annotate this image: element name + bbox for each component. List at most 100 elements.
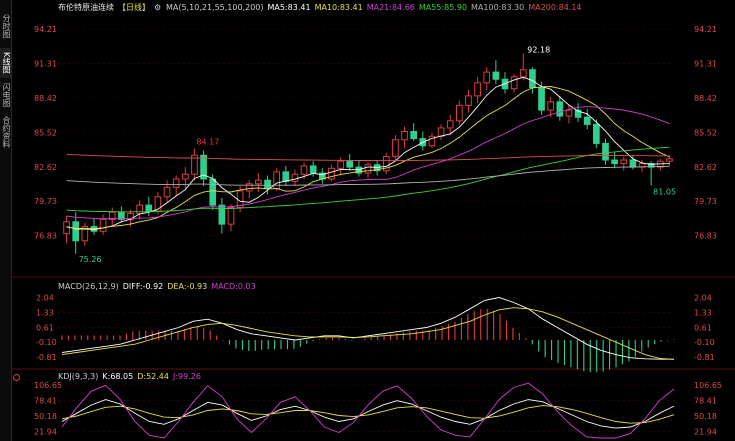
price-axis-left-label: 94.21 — [34, 25, 57, 34]
annotation-high: 92.18 — [527, 45, 550, 54]
kdj-axis-right-label: 50.18 — [694, 412, 717, 421]
kdj-j-line — [61, 382, 675, 439]
kdj-j-value: J:99.26 — [172, 372, 201, 381]
ma-params: MA(5,10,21,55,100,200) — [166, 3, 264, 12]
kdj-d-line — [61, 405, 675, 424]
candle-body — [209, 178, 217, 206]
candle-body — [583, 116, 591, 125]
settings-gear-icon[interactable]: ⚙ — [154, 3, 166, 12]
price-axis-left-label: 88.42 — [34, 94, 57, 103]
candle-body — [529, 69, 536, 89]
candle-body — [593, 123, 600, 144]
candle-body — [337, 160, 344, 169]
candle-body — [163, 186, 171, 198]
price-axis-right-label: 85.52 — [694, 128, 717, 137]
ma55-value: MA55:85.90 — [418, 3, 468, 12]
candle-body — [629, 159, 637, 168]
period-label[interactable]: 【日线】 — [118, 3, 150, 12]
candle-body — [255, 179, 262, 185]
symbol-name: 布伦特原油连续 — [58, 3, 114, 12]
candle-body — [181, 173, 189, 180]
kdj-axis-left-label: 50.18 — [34, 412, 57, 421]
candle-body — [300, 165, 308, 175]
macd-header: MACD(26,12,9) DIFF:-0.92 DEA:-0.93 MACD:0.0… — [58, 282, 260, 291]
candle-body — [264, 179, 271, 190]
candle-body — [483, 71, 491, 84]
candle-body — [291, 173, 299, 182]
kdj-axis-left-label: 78.41 — [34, 396, 57, 405]
macd-axis-left-label: 0.61 — [36, 323, 54, 332]
price-axis-right-label: 82.62 — [694, 163, 717, 172]
ma5-value: MA5:83.41 — [267, 3, 311, 12]
candle-body — [474, 82, 481, 97]
candle-body — [611, 159, 618, 165]
macd-axis-right-label: 1.33 — [694, 308, 712, 317]
macd-axis-left-label: 1.33 — [36, 308, 54, 317]
candle-body — [145, 204, 153, 212]
macd-value: MACD:0.03 — [211, 282, 256, 291]
candle-body — [465, 95, 472, 106]
price-axis-left-label: 91.31 — [34, 60, 57, 69]
macd-axis-right-label: 2.04 — [694, 294, 712, 303]
candle-body — [620, 159, 628, 165]
candle-body — [410, 130, 418, 140]
macd-params: MACD(26,12,9) — [58, 282, 119, 291]
price-axis-left-label: 76.83 — [34, 232, 57, 241]
candle-body — [519, 69, 527, 78]
candle-body — [556, 101, 564, 117]
price-axis-right-label: 88.42 — [694, 94, 717, 103]
candle-body — [666, 158, 673, 162]
kdj-axis-right-label: 78.41 — [694, 396, 717, 405]
candle-body — [446, 120, 454, 129]
candle-body — [392, 139, 399, 157]
candle-body — [510, 76, 518, 90]
price-axis-right-label: 91.31 — [694, 60, 717, 69]
macd-axis-left-label: -0.10 — [36, 338, 57, 347]
main-chart-header: 布伦特原油连续 【日线】 ⚙ MA(5,10,21,55,100,200) MA5:83… — [58, 2, 586, 13]
price-axis-left-label: 79.73 — [34, 197, 57, 206]
macd-axis-left-label: -0.81 — [36, 353, 57, 362]
candle-body — [492, 71, 500, 80]
annotation-low: 75.26 — [79, 255, 102, 264]
ma200-value: MA200:84.14 — [528, 3, 582, 12]
annotation-recent-low: 81.05 — [653, 188, 676, 197]
kdj-header: KDJ(9,3,3) K:68.05 D:52.44 J:99.26 — [58, 372, 205, 381]
kdj-d-value: D:52.44 — [137, 372, 169, 381]
macd-axis-right-label: -0.81 — [694, 353, 715, 362]
candle-body — [136, 204, 143, 214]
kdj-axis-right-label: 21.94 — [694, 427, 717, 436]
macd-axis-left-label: 2.04 — [36, 294, 54, 303]
kdj-axis-left-label: 106.65 — [34, 381, 62, 390]
kdj-axis-left-label: 21.94 — [34, 427, 57, 436]
kdj-k-line — [61, 399, 675, 429]
price-axis-left-label: 82.62 — [34, 163, 57, 172]
candle-body — [172, 178, 180, 188]
candle-body — [401, 130, 408, 141]
candle-body — [456, 104, 463, 122]
kdj-settings-icon[interactable] — [13, 374, 20, 381]
candle-body — [437, 127, 445, 137]
macd-axis-right-label: -0.10 — [694, 338, 715, 347]
price-axis-left-label: 85.52 — [34, 128, 57, 137]
candle-body — [72, 221, 80, 242]
macd-axis-right-label: 0.61 — [694, 323, 712, 332]
macd-dea-line — [61, 307, 675, 360]
candle-body — [364, 164, 372, 174]
candle-body — [227, 207, 235, 225]
ma21-value: MA21:84.66 — [366, 3, 415, 12]
price-axis-right-label: 79.73 — [694, 197, 717, 206]
candle-body — [273, 171, 280, 190]
candle-body — [282, 171, 290, 182]
candle-body — [602, 142, 609, 161]
candle-body — [538, 87, 545, 111]
kdj-axis-right-label: 106.65 — [694, 381, 722, 390]
kdj-params: KDJ(9,3,3) — [58, 372, 99, 381]
price-axis-right-label: 94.21 — [694, 25, 717, 34]
ma100-value: MA100:83.30 — [471, 3, 525, 12]
macd-diff-line — [61, 297, 674, 360]
candle-body — [309, 165, 317, 174]
price-axis-right-label: 76.83 — [694, 232, 717, 241]
annotation-local-high: 84.17 — [196, 137, 219, 146]
macd-dea-value: DEA:-0.93 — [167, 282, 208, 291]
kdj-k-value: K:68.05 — [102, 372, 134, 381]
